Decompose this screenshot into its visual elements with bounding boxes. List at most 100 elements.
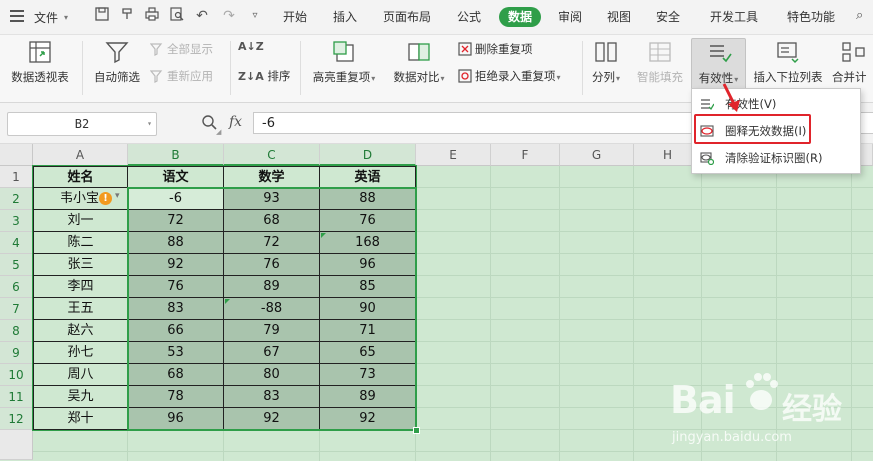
row-header-4[interactable]: 4 — [0, 232, 33, 254]
name-cell[interactable]: 吴九 — [33, 386, 128, 408]
score-cell[interactable]: 79 — [224, 320, 320, 342]
score-cell[interactable]: 168 — [320, 232, 416, 254]
row-header-5[interactable]: 5 — [0, 254, 33, 276]
score-cell[interactable]: 90 — [320, 298, 416, 320]
score-cell[interactable]: 93 — [224, 188, 320, 210]
score-cell[interactable]: 72 — [224, 232, 320, 254]
search-icon[interactable]: ⌕ — [856, 8, 863, 23]
score-cell[interactable]: 92 — [320, 408, 416, 430]
remove-duplicates-button[interactable]: 删除重复项 — [458, 40, 533, 58]
zoom-formula-icon[interactable] — [201, 114, 217, 134]
score-cell[interactable]: 83 — [128, 298, 224, 320]
tab-formulas[interactable]: 公式 — [451, 7, 487, 27]
score-cell[interactable]: 73 — [320, 364, 416, 386]
name-cell[interactable]: 孙七 — [33, 342, 128, 364]
score-cell[interactable]: 88 — [128, 232, 224, 254]
score-cell[interactable]: 68 — [224, 210, 320, 232]
fill-handle[interactable] — [413, 427, 420, 434]
fx-icon[interactable]: fx — [229, 114, 242, 130]
consolidate-button[interactable]: 合并计 — [832, 35, 873, 95]
row-header-overflow[interactable] — [0, 430, 33, 460]
score-cell[interactable]: 89 — [320, 386, 416, 408]
header-cell[interactable]: 语文 — [128, 166, 224, 188]
chevron-down-icon[interactable]: ▾ — [64, 13, 68, 22]
name-cell[interactable]: 郑十 — [33, 408, 128, 430]
menu-item-clear-validation-circles[interactable]: 清除验证标识圈(R) — [692, 146, 858, 170]
row-header-10[interactable]: 10 — [0, 364, 33, 386]
score-cell[interactable]: 96 — [320, 254, 416, 276]
redo-icon[interactable]: ↷ — [220, 7, 238, 25]
column-header-g[interactable]: G — [560, 144, 634, 166]
column-header-a[interactable]: A — [33, 144, 128, 166]
name-cell[interactable]: 张三 — [33, 254, 128, 276]
score-cell[interactable]: 68 — [128, 364, 224, 386]
tab-data[interactable]: 数据 — [499, 7, 541, 27]
name-cell[interactable]: 周八 — [33, 364, 128, 386]
print-icon[interactable] — [143, 7, 161, 25]
score-cell[interactable]: 89 — [224, 276, 320, 298]
name-box[interactable]: B2 ▾ — [7, 112, 157, 136]
row-header-6[interactable]: 6 — [0, 276, 33, 298]
reject-duplicates-button[interactable]: 拒绝录入重复项▾ — [458, 67, 561, 85]
score-cell[interactable]: 80 — [224, 364, 320, 386]
score-cell[interactable]: 76 — [128, 276, 224, 298]
score-cell[interactable]: -88 — [224, 298, 320, 320]
format-painter-icon[interactable] — [118, 7, 136, 25]
highlight-duplicates-button[interactable]: 高亮重复项▾ — [306, 35, 382, 95]
tab-view[interactable]: 视图 — [601, 7, 637, 27]
score-cell[interactable]: 76 — [224, 254, 320, 276]
row-header-2[interactable]: 2 — [0, 188, 33, 210]
score-cell[interactable]: 76 — [320, 210, 416, 232]
score-cell[interactable]: 71 — [320, 320, 416, 342]
name-cell[interactable]: 韦小宝 — [33, 188, 128, 210]
score-cell[interactable]: 88 — [320, 188, 416, 210]
name-cell[interactable]: 刘一 — [33, 210, 128, 232]
score-cell[interactable]: 83 — [224, 386, 320, 408]
header-cell[interactable]: 英语 — [320, 166, 416, 188]
score-cell[interactable]: -6 — [128, 188, 224, 210]
sort-ascending-button[interactable]: A↓Z — [238, 40, 264, 58]
undo-icon[interactable]: ↶ — [193, 7, 211, 25]
sort-button[interactable]: Z↓A 排序 — [238, 67, 290, 85]
row-header-3[interactable]: 3 — [0, 210, 33, 232]
show-all-button[interactable]: 全部显示 — [150, 40, 213, 58]
tab-home[interactable]: 开始 — [277, 7, 313, 27]
autofilter-button[interactable]: 自动筛选 — [88, 35, 146, 95]
print-preview-icon[interactable] — [168, 7, 186, 25]
tab-page-layout[interactable]: 页面布局 — [378, 7, 436, 27]
column-header-d[interactable]: D — [320, 144, 416, 166]
score-cell[interactable]: 72 — [128, 210, 224, 232]
split-columns-button[interactable]: 分列▾ — [586, 35, 626, 95]
score-cell[interactable]: 66 — [128, 320, 224, 342]
tab-developer[interactable]: 开发工具 — [704, 7, 764, 27]
chevron-down-icon[interactable]: ▾ — [115, 191, 120, 201]
row-header-12[interactable]: 12 — [0, 408, 33, 430]
menu-item-validity[interactable]: 有效性(V) — [692, 92, 858, 116]
score-cell[interactable]: 92 — [128, 254, 224, 276]
row-header-11[interactable]: 11 — [0, 386, 33, 408]
data-compare-button[interactable]: 数据对比▾ — [386, 35, 452, 95]
score-cell[interactable]: 85 — [320, 276, 416, 298]
name-cell[interactable]: 赵六 — [33, 320, 128, 342]
tab-special-features[interactable]: 特色功能 — [781, 7, 841, 27]
name-cell[interactable]: 李四 — [33, 276, 128, 298]
header-cell[interactable]: 姓名 — [33, 166, 128, 188]
reapply-button[interactable]: 重新应用 — [150, 67, 213, 85]
tab-insert[interactable]: 插入 — [327, 7, 363, 27]
warning-icon[interactable]: ! — [99, 192, 112, 205]
save-icon[interactable] — [93, 7, 111, 25]
score-cell[interactable]: 96 — [128, 408, 224, 430]
file-menu[interactable]: 文件 — [34, 9, 58, 26]
column-header-b[interactable]: B — [128, 144, 224, 166]
row-header-1[interactable]: 1 — [0, 166, 33, 188]
score-cell[interactable]: 65 — [320, 342, 416, 364]
customize-toolbar-icon[interactable]: ▿ — [246, 7, 264, 25]
hamburger-icon[interactable] — [10, 10, 24, 22]
column-header-c[interactable]: C — [224, 144, 320, 166]
tab-security[interactable]: 安全 — [650, 7, 686, 27]
score-cell[interactable]: 53 — [128, 342, 224, 364]
row-header-9[interactable]: 9 — [0, 342, 33, 364]
name-cell[interactable]: 陈二 — [33, 232, 128, 254]
header-cell[interactable]: 数学 — [224, 166, 320, 188]
score-cell[interactable]: 78 — [128, 386, 224, 408]
